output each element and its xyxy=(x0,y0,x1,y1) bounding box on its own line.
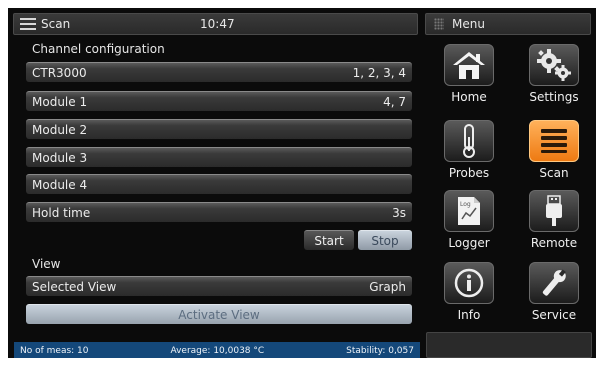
device-screen: Scan 10:47 Menu Channel configuration CT… xyxy=(8,8,596,358)
menu-title-bar: Menu xyxy=(425,13,591,35)
row-value: 3s xyxy=(392,205,406,220)
activate-view-button[interactable]: Activate View xyxy=(26,304,412,324)
menu-tile-home[interactable]: Home xyxy=(431,44,507,104)
status-bar: No of meas: 10 Average: 10,0038 °C Stabi… xyxy=(14,342,420,358)
row-value: Graph xyxy=(369,279,406,294)
tile-label: Probes xyxy=(448,166,490,180)
menu-tile-logger[interactable]: Log Logger xyxy=(431,190,507,250)
tile-label: Home xyxy=(451,90,487,104)
wrench-icon xyxy=(529,262,579,304)
stop-button[interactable]: Stop xyxy=(358,230,412,250)
tile-label: Remote xyxy=(530,236,578,250)
info-icon xyxy=(444,262,494,304)
title-bar: Scan 10:47 xyxy=(13,13,418,35)
row-label: Module 4 xyxy=(32,177,88,192)
channel-row-module-4[interactable]: Module 4 xyxy=(26,174,412,194)
row-label: Selected View xyxy=(32,279,117,294)
gears-icon xyxy=(529,44,579,86)
view-heading: View xyxy=(32,257,61,271)
scan-lines-icon xyxy=(529,120,579,162)
row-label: CTR3000 xyxy=(32,65,87,80)
row-label: Hold time xyxy=(32,205,91,220)
row-value: 4, 7 xyxy=(383,94,406,109)
tile-label: Logger xyxy=(448,236,490,250)
channel-config-heading: Channel configuration xyxy=(32,42,165,56)
menu-lines-icon xyxy=(20,18,36,30)
home-icon xyxy=(444,44,494,86)
status-panel-right xyxy=(426,332,592,358)
row-value: 1, 2, 3, 4 xyxy=(352,65,406,80)
log-file-icon: Log xyxy=(444,190,494,232)
menu-tile-info[interactable]: Info xyxy=(431,262,507,322)
log-badge: Log xyxy=(460,201,471,208)
channel-row-module-1[interactable]: Module 1 4, 7 xyxy=(26,91,412,111)
screen-title: Scan xyxy=(41,17,71,31)
channel-row-ctr3000[interactable]: CTR3000 1, 2, 3, 4 xyxy=(26,62,412,82)
menu-tile-probes[interactable]: Probes xyxy=(431,120,507,180)
grip-icon xyxy=(434,18,444,30)
row-label: Module 3 xyxy=(32,150,88,165)
menu-tile-settings[interactable]: Settings xyxy=(516,44,592,104)
tile-label: Scan xyxy=(539,166,569,180)
start-button[interactable]: Start xyxy=(304,230,354,250)
channel-row-module-2[interactable]: Module 2 xyxy=(26,119,412,139)
meas-count: No of meas: 10 xyxy=(20,346,89,356)
menu-title: Menu xyxy=(452,17,485,31)
channel-row-module-3[interactable]: Module 3 xyxy=(26,147,412,167)
average-value: Average: 10,0038 °C xyxy=(170,346,265,356)
tile-label: Settings xyxy=(529,90,579,104)
tile-label: Service xyxy=(531,308,577,322)
menu-tile-remote[interactable]: Remote xyxy=(516,190,592,250)
stability-value: Stability: 0,057 xyxy=(346,346,414,356)
hold-time-row[interactable]: Hold time 3s xyxy=(26,202,412,222)
usb-plug-icon xyxy=(529,190,579,232)
tile-label: Info xyxy=(457,308,481,322)
menu-tile-scan[interactable]: Scan xyxy=(516,120,592,180)
thermometer-icon xyxy=(444,120,494,162)
row-label: Module 2 xyxy=(32,122,88,137)
menu-tile-service[interactable]: Service xyxy=(516,262,592,322)
row-label: Module 1 xyxy=(32,94,88,109)
selected-view-row[interactable]: Selected View Graph xyxy=(26,276,412,296)
clock: 10:47 xyxy=(200,17,235,31)
